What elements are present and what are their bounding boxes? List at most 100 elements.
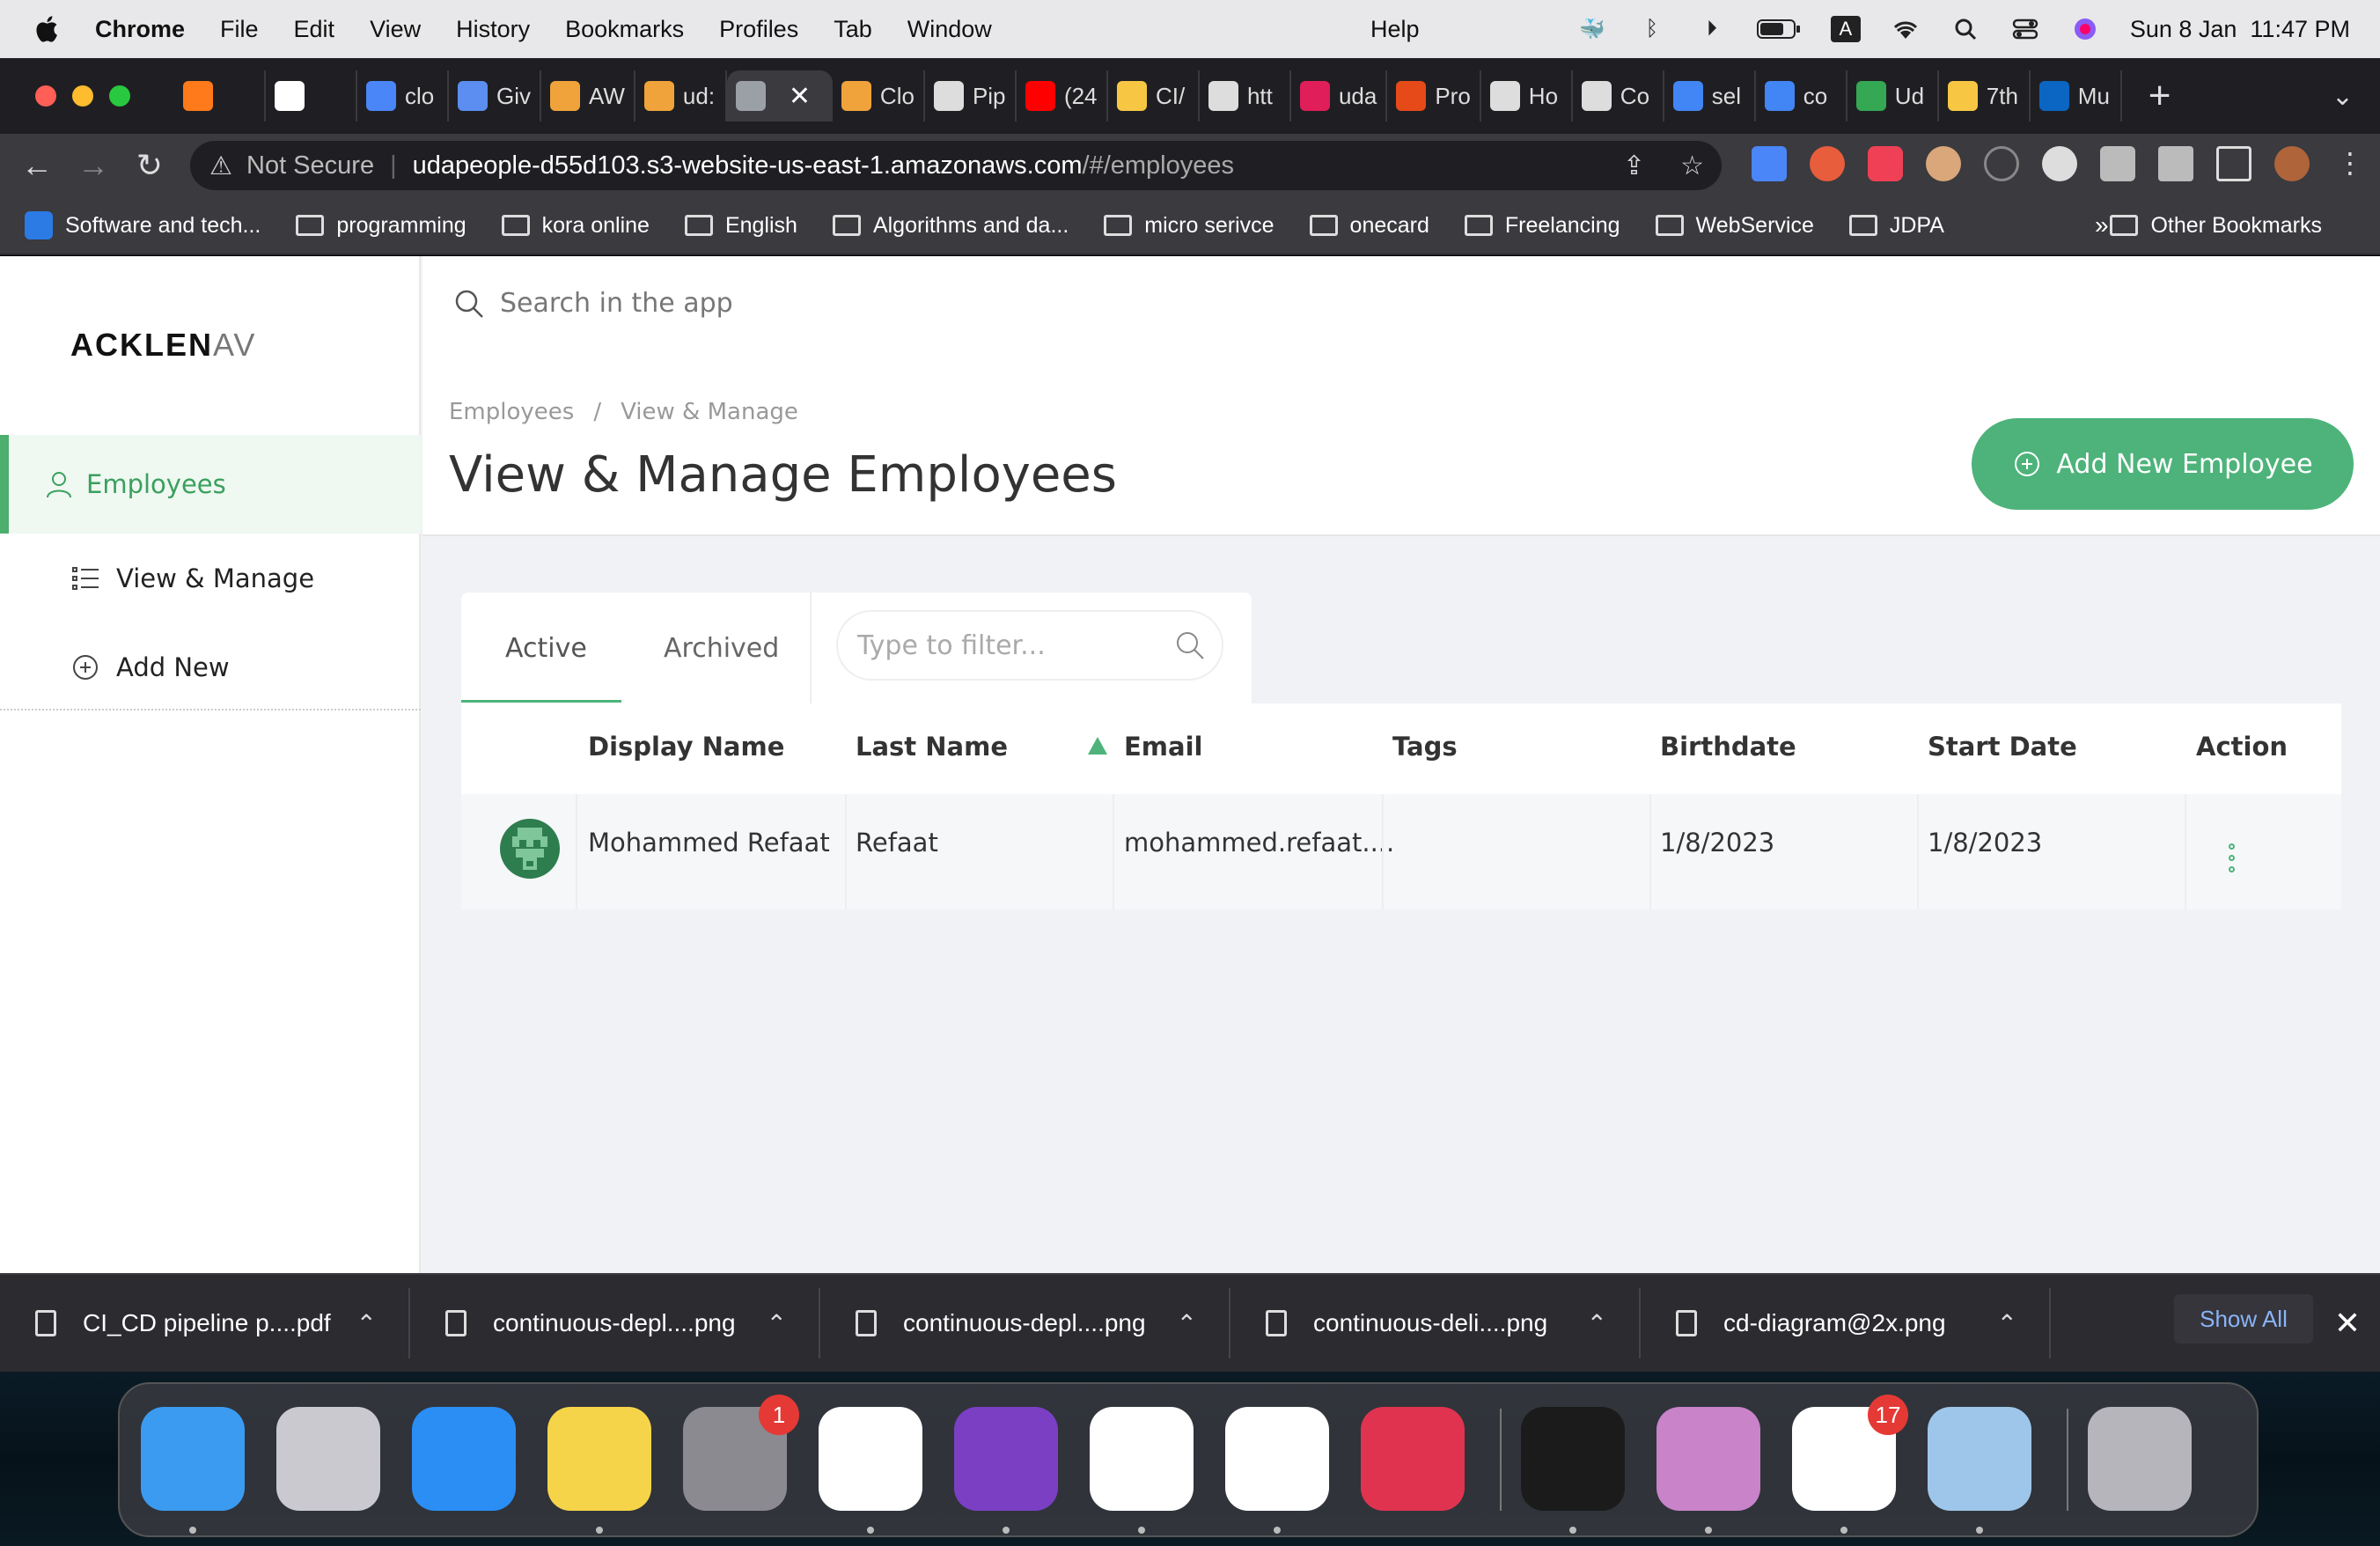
github-desktop-icon[interactable] [954,1407,1058,1511]
bookmark-item[interactable]: Algorithms and da... [832,213,1069,239]
download-item[interactable]: continuous-depl....png ⌃ [820,1288,1230,1358]
apple-icon[interactable] [33,14,63,44]
browser-tab[interactable]: (24 [1017,70,1108,121]
side-panel-icon[interactable] [2216,146,2251,181]
vscode-icon[interactable] [819,1407,922,1511]
trash-icon[interactable] [2088,1407,2192,1511]
download-item[interactable]: continuous-depl....png ⌃ [410,1288,820,1358]
browser-tab[interactable] [174,70,266,121]
tab-search-chevron-icon[interactable]: ⌄ [2332,81,2354,112]
extensions-puzzle-icon[interactable] [2100,146,2135,181]
extension-dark-icon[interactable] [2042,146,2077,181]
control-center-icon[interactable] [2010,16,2040,42]
menu-help[interactable]: Help [1370,16,1420,43]
column-email[interactable]: Email [1124,732,1202,762]
menu-view[interactable]: View [370,16,421,43]
new-tab-button[interactable]: + [2149,74,2171,118]
system-settings-icon[interactable]: 1 [683,1395,799,1511]
launchpad-icon[interactable] [276,1407,380,1511]
column-birthdate[interactable]: Birthdate [1660,732,1796,762]
terminal-icon[interactable] [1521,1407,1625,1511]
slack-icon[interactable]: 17 [1792,1395,1908,1511]
input-source-icon[interactable]: A [1830,16,1861,42]
preview-icon[interactable] [1928,1407,2031,1511]
browser-tab[interactable]: CI/ [1108,70,1200,121]
show-all-downloads-button[interactable]: Show All [2174,1294,2313,1344]
app-logo[interactable]: ACKLENAV [70,327,256,364]
pocket-icon[interactable] [1868,146,1903,181]
sort-ascending-icon[interactable] [1088,737,1107,755]
app-search[interactable]: Search in the app [454,288,733,319]
octopus-icon[interactable] [1656,1407,1760,1511]
bookmark-star-icon[interactable]: ☆ [1680,151,1704,181]
menu-tab[interactable]: Tab [834,16,872,43]
teams-icon[interactable] [1225,1407,1329,1511]
browser-tab[interactable]: uda [1291,70,1388,121]
column-tags[interactable]: Tags [1392,732,1458,762]
notes-icon[interactable] [547,1407,651,1511]
column-start-date[interactable]: Start Date [1928,732,2077,762]
browser-tab[interactable]: sel [1664,70,1756,121]
browser-tab[interactable]: Clo [833,70,925,121]
spotlight-search-icon[interactable] [1950,16,1980,42]
menu-file[interactable]: File [220,16,259,43]
browser-tab[interactable]: Ud [1847,70,1939,121]
row-actions-menu-icon[interactable] [2229,843,2235,872]
browser-tab[interactable]: Co [1573,70,1664,121]
close-tab-icon[interactable]: ✕ [789,81,811,112]
wifi-icon[interactable] [1891,16,1921,42]
download-item[interactable]: continuous-deli....png ⌃ [1230,1288,1641,1358]
translate-extension-icon[interactable] [1752,146,1787,181]
security-status[interactable]: Not Secure [246,151,374,180]
browser-tab[interactable]: Mu [2031,70,2122,121]
bluetooth-icon[interactable]: ᛒ [1637,16,1667,42]
browser-tab[interactable]: Pro [1387,70,1481,121]
chrome-icon[interactable] [1090,1407,1194,1511]
close-downloads-bar-icon[interactable]: ✕ [2334,1305,2361,1342]
menu-app-name[interactable]: Chrome [95,16,185,43]
bookmark-item[interactable]: WebService [1655,213,1814,239]
url-host[interactable]: udapeople-d55d103.s3-website-us-east-1.a… [413,151,1083,180]
safari-icon[interactable] [412,1407,516,1511]
browser-tab[interactable]: htt [1200,70,1291,121]
chrome-menu-icon[interactable]: ⋮ [2332,146,2368,181]
extension-circle-icon[interactable] [1984,146,2019,181]
breadcrumb-employees[interactable]: Employees [449,399,574,425]
bookmark-item[interactable]: Software and tech... [25,211,261,239]
browser-tab[interactable]: AW [541,70,635,121]
menu-history[interactable]: History [456,16,530,43]
tab-active[interactable]: Active [505,633,587,664]
reading-list-icon[interactable] [2158,146,2193,181]
sidebar-item-view-manage[interactable]: View & Manage [70,563,314,593]
bookmark-item[interactable]: kora online [501,213,650,239]
filter-input[interactable]: Type to filter... [836,610,1223,681]
sidebar-item-employees[interactable]: Employees [0,435,421,534]
bookmark-item[interactable]: onecard [1309,213,1429,239]
close-window-button[interactable] [35,85,56,107]
browser-tab[interactable]: clo [357,70,449,121]
battery-icon[interactable] [1756,16,1801,42]
chevron-up-icon[interactable]: ⌃ [1177,1309,1197,1338]
bookmark-item[interactable]: micro serivce [1104,213,1274,239]
siri-icon[interactable] [2070,16,2100,42]
browser-tab[interactable]: ud: [635,70,727,121]
bookmarks-overflow-button[interactable]: » [2095,211,2109,239]
intellij-icon[interactable] [1361,1407,1465,1511]
chevron-up-icon[interactable]: ⌃ [1587,1309,1607,1338]
play-icon[interactable]: ⏵ [1697,16,1727,42]
bookmark-item[interactable]: Freelancing [1464,213,1620,239]
extension-face-icon[interactable] [1926,146,1961,181]
docker-icon[interactable]: 🐳 [1577,16,1607,42]
menu-window[interactable]: Window [907,16,992,43]
browser-tab[interactable]: co [1756,70,1847,121]
menu-profiles[interactable]: Profiles [719,16,798,43]
column-last-name[interactable]: Last Name [856,732,1008,762]
address-bar[interactable]: ⚠ Not Secure | udapeople-d55d103.s3-webs… [190,141,1722,190]
other-bookmarks-folder[interactable]: Other Bookmarks [2110,213,2322,239]
menubar-datetime[interactable]: Sun 8 Jan 11:47 PM [2130,16,2350,43]
forward-button[interactable]: → [74,147,113,184]
download-item[interactable]: CI_CD pipeline p....pdf ⌃ [0,1288,410,1358]
browser-tab[interactable]: Giv [449,70,541,121]
zoom-window-button[interactable] [109,85,130,107]
menu-edit[interactable]: Edit [294,16,335,43]
